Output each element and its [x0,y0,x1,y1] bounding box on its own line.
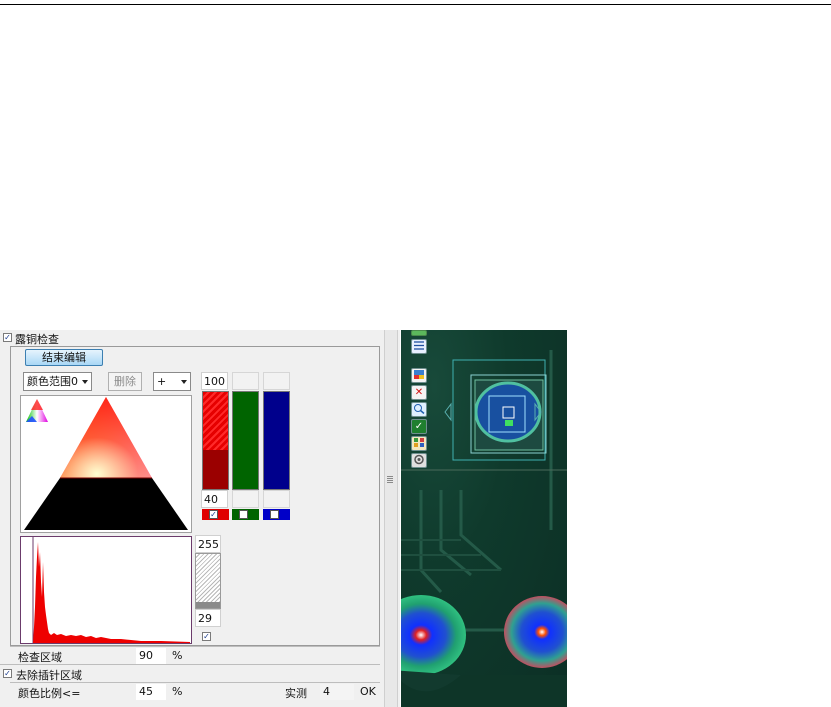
pad-right [504,596,567,668]
triangle-shadow-region [24,478,188,530]
color-triangle-view[interactable] [20,395,192,533]
remove-pin-label: 去除插针区域 [16,669,82,682]
histogram-upper-value[interactable]: 255 [195,535,221,553]
green-channel-bar[interactable] [232,391,259,490]
histogram-enable-checkbox[interactable]: ✓ [202,632,211,641]
inspect-area-row: 检查区域 90 % [10,646,380,664]
blue-min-box[interactable] [263,490,290,508]
delete-button[interactable]: 删除 [108,372,142,391]
comment-icon[interactable] [411,330,427,336]
color-ratio-unit: % [172,685,183,698]
histogram-graphic [32,537,190,643]
histogram-lower-value[interactable]: 29 [195,609,221,627]
copper-exposure-checkbox[interactable]: ✓ [3,333,12,342]
color-histogram[interactable] [20,536,192,644]
blue-channel-bar[interactable] [263,391,290,490]
measured-value: 4 [320,684,354,700]
color-ratio-input[interactable]: 45 [136,684,166,700]
green-min-box[interactable] [232,490,259,508]
blue-max-box[interactable] [263,372,290,390]
chevron-down-icon [181,380,187,384]
zoom-icon[interactable] [411,402,427,417]
copper-exposure-label: 露铜检查 [15,333,59,346]
grid-icon[interactable] [411,436,427,451]
top-border-line [0,4,831,5]
end-edit-button[interactable]: 结束编辑 [25,349,103,366]
histogram-threshold-bar[interactable] [195,553,221,609]
red-channel-bar[interactable] [202,391,229,490]
vertical-scrollbar[interactable] [384,330,398,707]
settings-icon[interactable] [411,453,427,468]
inspect-area-unit: % [172,649,183,662]
close-icon[interactable]: ✕ [411,385,427,400]
green-channel-checkbox[interactable] [232,509,259,520]
color-triangle-graphic [24,397,188,530]
pad-left [401,595,466,675]
threshold-fill [196,602,220,608]
splitter-grip-icon[interactable] [387,476,393,483]
color-range-editor: 结束编辑 颜色范围0 删除 + 100 40 ✓ 255 29 ✓ [10,346,380,646]
editor-right-area [311,347,379,645]
measured-label: 实测 [285,687,307,700]
mode-select[interactable]: + [153,372,191,391]
red-channel-selection [203,392,228,450]
color-range-select[interactable]: 颜色范围0 [23,372,92,391]
inspect-area-label: 检查区域 [18,651,62,664]
inspection-settings-panel: ✓ 露铜检查 结束编辑 颜色范围0 删除 + 100 40 ✓ 255 29 ✓… [0,330,382,707]
remove-pin-row: ✓ 去除插针区域 [0,664,380,682]
color-ratio-row: 颜色比例<= 45 % 实测 4 OK [10,682,380,700]
red-channel-checkbox[interactable]: ✓ [202,509,229,520]
inspect-area-input[interactable]: 90 [136,648,166,664]
remove-pin-checkbox[interactable]: ✓ [3,669,12,678]
check-icon[interactable]: ✓ [411,419,427,434]
result-status: OK [360,685,376,698]
histogram-bars [33,542,190,643]
list-icon[interactable] [411,339,427,354]
percent-max-value[interactable]: 100 [201,372,228,390]
image-icon[interactable] [411,368,427,383]
green-max-box[interactable] [232,372,259,390]
chevron-down-icon [82,380,88,384]
blue-channel-checkbox[interactable] [263,509,290,520]
percent-min-value[interactable]: 40 [201,490,228,508]
viewer-toolbar: ✕ ✓ [409,330,431,468]
color-ratio-label: 颜色比例<= [18,687,81,700]
